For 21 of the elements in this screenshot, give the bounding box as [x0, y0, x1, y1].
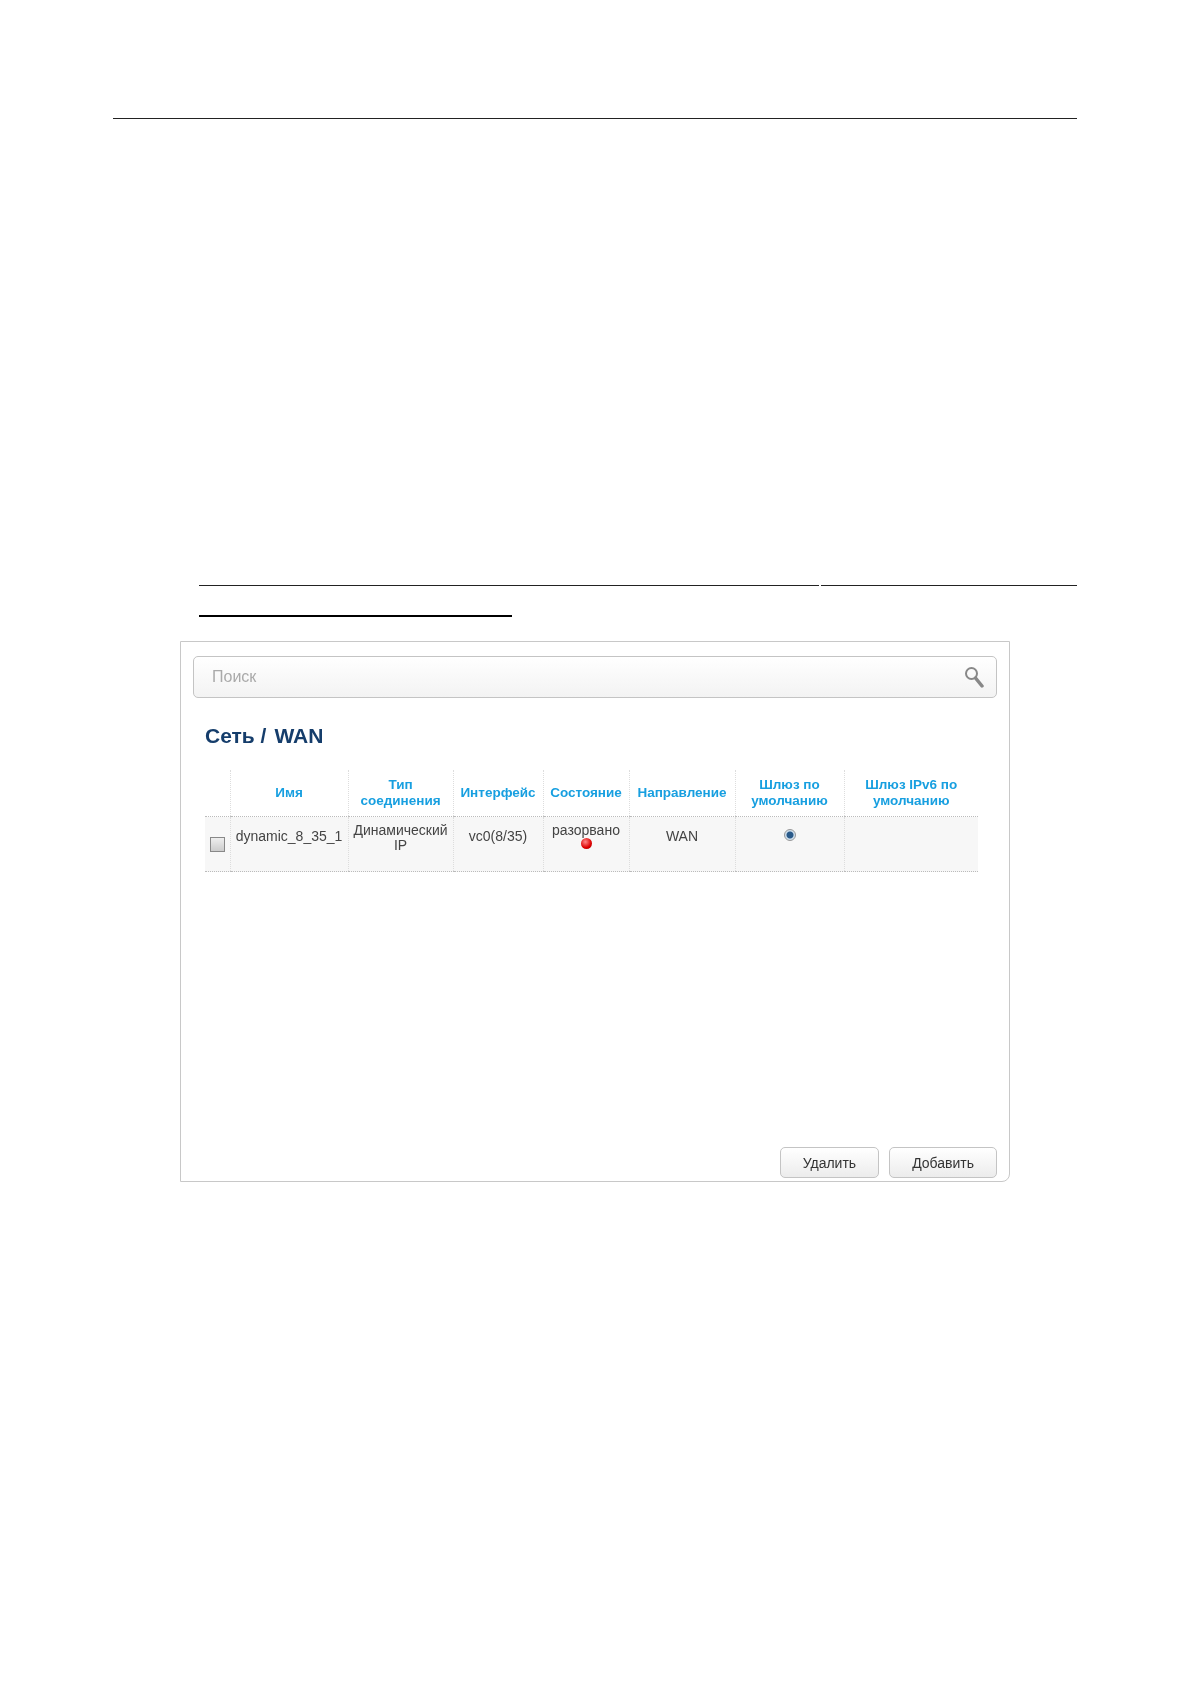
- breadcrumb-link[interactable]: Сеть /: [205, 724, 267, 748]
- table-cell: разорвано: [552, 822, 620, 838]
- add-button[interactable]: Добавить: [889, 1147, 997, 1178]
- table-cell: WAN: [665, 828, 699, 844]
- column-header: Направление: [637, 785, 727, 800]
- row-checkbox[interactable]: [209, 837, 225, 852]
- column-header: Имя: [275, 785, 303, 800]
- column-header: Шлюз IPv6 по умолчанию: [865, 777, 958, 808]
- search-icon[interactable]: [964, 666, 984, 688]
- search-field[interactable]: Поиск: [193, 656, 997, 698]
- radio-button[interactable]: [783, 829, 796, 841]
- table-cell: Динамический IP: [353, 822, 448, 853]
- column-header: Интерфейс: [460, 785, 536, 800]
- delete-button[interactable]: Удалить: [779, 1147, 880, 1178]
- column-header: Шлюз по умолчанию: [751, 777, 828, 808]
- table-cell: dynamic_8_35_1: [235, 828, 343, 844]
- table-cell: vc0(8/35): [468, 828, 528, 844]
- column-header: Состояние: [550, 785, 622, 800]
- search-input[interactable]: Поиск: [210, 667, 964, 687]
- column-header: Тип соединения: [360, 777, 441, 808]
- page-title: WAN: [274, 724, 324, 748]
